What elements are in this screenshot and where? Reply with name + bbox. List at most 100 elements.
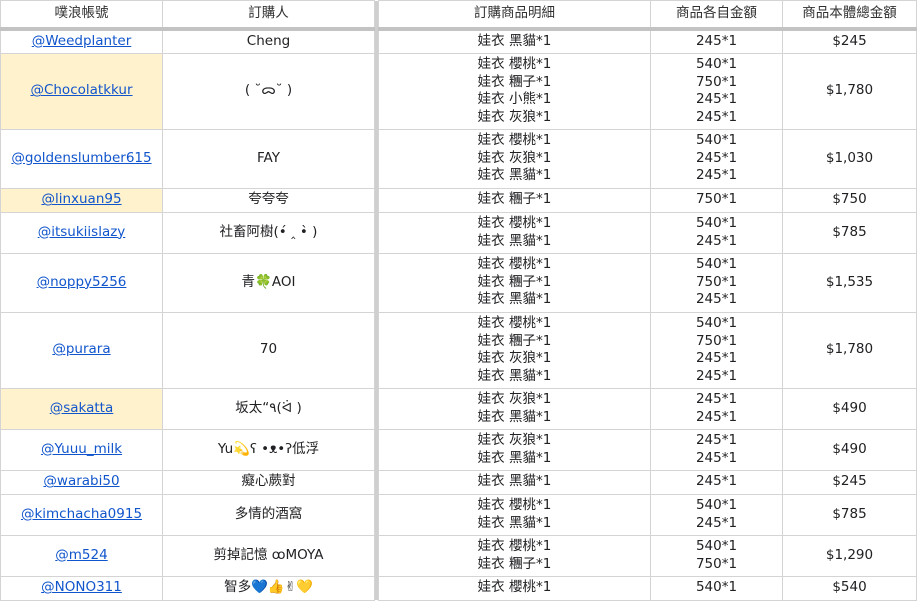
plurk-account-cell[interactable]: @kimchacha0915 [0,493,163,536]
plurk-account-link[interactable]: @Chocolatkkur [30,82,132,98]
item-price-line: 245*1 [695,167,738,184]
item-price-line: 245*1 [695,91,738,107]
item-prices-cell[interactable]: 540*1 750*1 [650,534,783,577]
item-prices-cell[interactable]: 245*1 [650,469,783,495]
item-prices-cell[interactable]: 245*1 245*1 [650,428,783,471]
item-prices-cell[interactable]: 245*1 245*1 [650,387,783,430]
total-amount-cell[interactable]: $785 [782,493,917,536]
header-plurk-account[interactable]: 噗浪帳號 [0,0,163,31]
buyer-cell[interactable]: Cheng [162,28,375,54]
item-price-line: 540*1 [695,579,738,596]
item-prices-cell[interactable]: 540*1 [650,575,783,601]
order-details-cell[interactable]: 娃衣 糰子*1 [378,187,651,213]
item-price-line: 245*1 [695,408,738,425]
order-item-line: 娃衣 黑貓*1 [477,167,552,184]
buyer-cell[interactable]: Yu💫ʕ •ᴥ•ʔ低浮 [162,428,375,471]
plurk-account-link[interactable]: @noppy5256 [37,274,127,290]
order-item-line: 娃衣 灰狼*1 [477,350,552,366]
order-details-cell[interactable]: 娃衣 灰狼*1 娃衣 黑貓*1 [378,387,651,430]
plurk-account-link[interactable]: @itsukiislazy [38,224,126,240]
buyer-cell[interactable]: 剪掉記憶 ꝏMOYA [162,534,375,577]
header-buyer[interactable]: 訂購人 [162,0,375,31]
total-amount-cell[interactable]: $750 [782,187,917,213]
item-price-line: 750*1 [695,332,738,349]
plurk-account-cell[interactable]: @warabi50 [0,469,163,495]
buyer-cell[interactable]: ( ˘ᯅ˘ ) [162,52,375,130]
plurk-account-cell[interactable]: @Yuuu_milk [0,428,163,471]
buyer-cell[interactable]: 坂太“٩(ᐛ ) [162,387,375,430]
plurk-account-cell[interactable]: @purara [0,311,163,389]
plurk-account-cell[interactable]: @linxuan95 [0,187,163,213]
plurk-account-link[interactable]: @NONO311 [41,579,122,595]
item-prices-cell[interactable]: 540*1 750*1 245*1 245*1 [650,311,783,389]
total-amount-cell[interactable]: $785 [782,211,917,254]
plurk-account-cell[interactable]: @goldenslumber615 [0,128,163,189]
item-price-line: 540*1 [695,56,738,72]
plurk-account-link[interactable]: @warabi50 [43,473,119,489]
plurk-account-link[interactable]: @goldenslumber615 [11,150,151,166]
table-row: @Chocolatkkur ( ˘ᯅ˘ ) 娃衣 櫻桃*1 娃衣 糰子*1 娃衣 小熊*… [0,52,917,130]
total-amount-cell[interactable]: $1,780 [782,52,917,130]
plurk-account-cell[interactable]: @NONO311 [0,575,163,601]
plurk-account-link[interactable]: @purara [52,341,110,357]
plurk-account-cell[interactable]: @noppy5256 [0,252,163,313]
buyer-cell[interactable]: 青🍀AOI [162,252,375,313]
order-details-cell[interactable]: 娃衣 櫻桃*1 [378,575,651,601]
total-amount-cell[interactable]: $1,030 [782,128,917,189]
order-details-cell[interactable]: 娃衣 櫻桃*1 娃衣 黑貓*1 [378,211,651,254]
plurk-account-cell[interactable]: @sakatta [0,387,163,430]
plurk-account-cell[interactable]: @Weedplanter [0,28,163,54]
order-item-line: 娃衣 黑貓*1 [477,367,552,384]
order-details-cell[interactable]: 娃衣 櫻桃*1 娃衣 糰子*1 [378,534,651,577]
plurk-account-link[interactable]: @kimchacha0915 [21,506,142,522]
order-details-cell[interactable]: 娃衣 黑貓*1 [378,28,651,54]
total-amount-cell[interactable]: $245 [782,469,917,495]
order-details-cell[interactable]: 娃衣 櫻桃*1 娃衣 灰狼*1 娃衣 黑貓*1 [378,128,651,189]
total-amount-cell[interactable]: $490 [782,428,917,471]
item-prices-cell[interactable]: 540*1 245*1 245*1 [650,128,783,189]
plurk-account-link[interactable]: @sakatta [50,400,114,416]
plurk-account-cell[interactable]: @itsukiislazy [0,211,163,254]
buyer-cell[interactable]: FAY [162,128,375,189]
plurk-account-cell[interactable]: @Chocolatkkur [0,52,163,130]
order-item-line: 娃衣 櫻桃*1 [477,256,552,273]
order-details-cell[interactable]: 娃衣 櫻桃*1 娃衣 糰子*1 娃衣 小熊*1 娃衣 灰狼*1 [378,52,651,130]
header-order-details[interactable]: 訂購商品明細 [378,0,651,31]
order-item-line: 娃衣 黑貓*1 [477,408,552,425]
table-row: @kimchacha0915 多情的酒窩 娃衣 櫻桃*1 娃衣 黑貓*1 540*1 24… [0,493,917,536]
plurk-account-cell[interactable]: @m524 [0,534,163,577]
buyer-cell[interactable]: 夸夸夸 [162,187,375,213]
plurk-account-link[interactable]: @linxuan95 [41,191,121,207]
buyer-cell[interactable]: 70 [162,311,375,389]
total-amount-cell[interactable]: $245 [782,28,917,54]
order-details-cell[interactable]: 娃衣 櫻桃*1 娃衣 糰子*1 娃衣 黑貓*1 [378,252,651,313]
plurk-account-link[interactable]: @m524 [55,547,107,563]
item-prices-cell[interactable]: 540*1 750*1 245*1 [650,252,783,313]
item-price-line: 245*1 [695,514,738,531]
total-amount-cell[interactable]: $1,290 [782,534,917,577]
header-total[interactable]: 商品本體總金額 [782,0,917,31]
item-prices-cell[interactable]: 540*1 245*1 [650,493,783,536]
total-amount-cell[interactable]: $1,535 [782,252,917,313]
order-details-cell[interactable]: 娃衣 黑貓*1 [378,469,651,495]
buyer-cell[interactable]: 智多💙👍✌💛 [162,575,375,601]
total-amount-cell[interactable]: $540 [782,575,917,601]
buyer-cell[interactable]: 癡心蕨對 [162,469,375,495]
header-item-prices[interactable]: 商品各自金額 [650,0,783,31]
item-prices-cell[interactable]: 245*1 [650,28,783,54]
order-item-line: 娃衣 黑貓*1 [477,514,552,531]
item-prices-cell[interactable]: 540*1 750*1 245*1 245*1 [650,52,783,130]
item-prices-cell[interactable]: 540*1 245*1 [650,211,783,254]
plurk-account-link[interactable]: @Yuuu_milk [41,441,122,457]
table-row: @NONO311 智多💙👍✌💛 娃衣 櫻桃*1 540*1 $540 [0,575,917,601]
item-prices-cell[interactable]: 750*1 [650,187,783,213]
order-details-cell[interactable]: 娃衣 灰狼*1 娃衣 黑貓*1 [378,428,651,471]
buyer-cell[interactable]: 多情的酒窩 [162,493,375,536]
total-amount-cell[interactable]: $1,780 [782,311,917,389]
order-item-line: 娃衣 灰狼*1 [477,432,552,448]
buyer-cell[interactable]: 社畜阿樹(•́ ‸ •̀ ) [162,211,375,254]
plurk-account-link[interactable]: @Weedplanter [32,33,132,49]
total-amount-cell[interactable]: $490 [782,387,917,430]
order-details-cell[interactable]: 娃衣 櫻桃*1 娃衣 黑貓*1 [378,493,651,536]
order-details-cell[interactable]: 娃衣 櫻桃*1 娃衣 糰子*1 娃衣 灰狼*1 娃衣 黑貓*1 [378,311,651,389]
